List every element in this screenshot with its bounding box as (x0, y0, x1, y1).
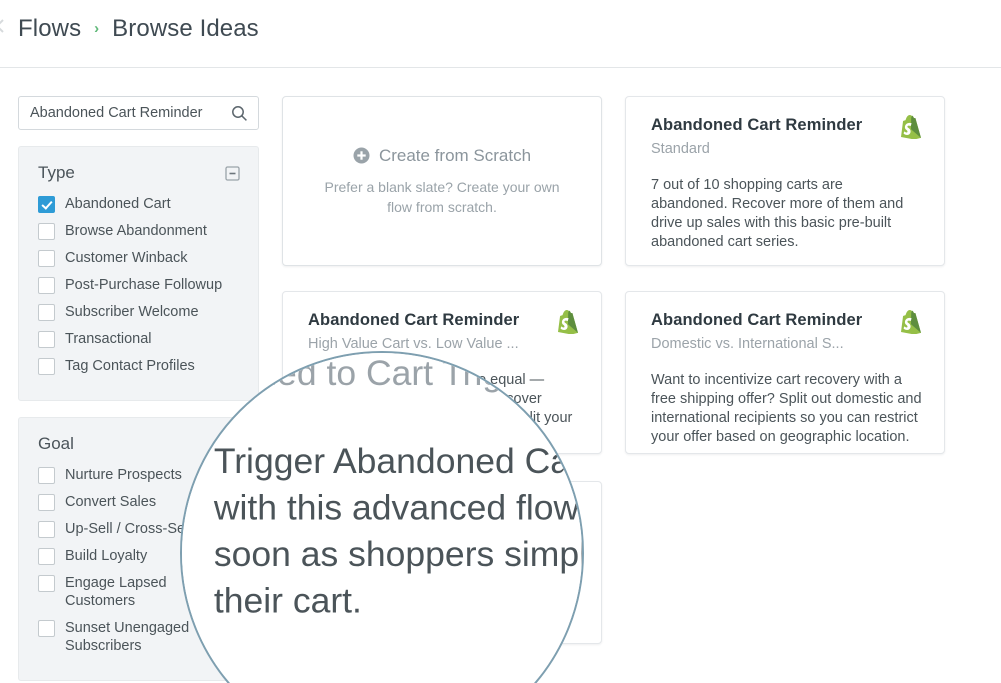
filter-option-label: Transactional (65, 331, 152, 347)
shopify-icon (900, 310, 922, 335)
template-card-body: Want to incentivize cart recovery with a… (651, 372, 922, 445)
back-arrow-icon[interactable] (0, 18, 9, 34)
filter-option-label: Build Loyalty (65, 548, 148, 564)
collapse-minus-icon[interactable] (225, 165, 240, 181)
filter-option-subscriber-welcome[interactable]: Subscriber Welcome (38, 303, 240, 321)
plus-circle-icon (353, 147, 370, 164)
template-card-header: Abandoned Cart Reminder Domestic vs. Int… (651, 310, 922, 352)
filter-option-post-purchase-followup[interactable]: Post-Purchase Followup (38, 276, 240, 294)
checkbox-icon[interactable] (38, 521, 55, 538)
template-card-body: 7 out of 10 shopping carts are abandoned… (651, 177, 904, 250)
create-from-scratch-card[interactable]: Create from Scratch Prefer a blank slate… (282, 96, 602, 266)
search-input-value: Abandoned Cart Reminder (30, 105, 203, 121)
filter-option-transactional[interactable]: Transactional (38, 330, 240, 348)
template-card[interactable]: Abandoned Cart Reminder Domestic vs. Int… (625, 291, 945, 454)
create-from-scratch-title: Create from Scratch (353, 146, 531, 166)
filter-option-label: Tag Contact Profiles (65, 358, 195, 374)
checkbox-icon[interactable] (38, 250, 55, 267)
filter-option-list: Abandoned Cart Browse Abandonment Custom… (38, 195, 240, 375)
checkbox-icon[interactable] (38, 331, 55, 348)
search-input[interactable]: Abandoned Cart Reminder (18, 96, 259, 130)
filter-group-title: Goal (38, 434, 74, 453)
checkbox-icon[interactable] (38, 358, 55, 375)
filter-option-label: Convert Sales (65, 494, 157, 510)
shopify-icon (557, 310, 579, 335)
magnifier-lens: Abandoned Cart Reminder Added to Cart Tr… (180, 351, 584, 683)
filter-option-customer-winback[interactable]: Customer Winback (38, 249, 240, 267)
filter-option-label: Nurture Prospects (65, 467, 182, 483)
breadcrumb-item-flows[interactable]: Flows (18, 13, 81, 45)
filter-option-label: Subscriber Welcome (65, 304, 199, 320)
checkbox-icon[interactable] (38, 548, 55, 565)
checkbox-icon[interactable] (38, 575, 55, 592)
checkbox-icon[interactable] (38, 620, 55, 637)
magnified-card-subtitle: Added to Cart Trigger (213, 355, 554, 395)
filter-option-label: Post-Purchase Followup (65, 277, 223, 293)
template-card-header: Abandoned Cart Reminder Standard (651, 115, 922, 157)
filter-option-label: Browse Abandonment (65, 223, 207, 239)
browse-ideas-page: Flows › Browse Ideas Abandoned Cart Remi… (0, 0, 1001, 683)
breadcrumb-separator-icon: › (94, 20, 100, 37)
shopify-icon (900, 115, 922, 140)
checkbox-icon[interactable] (38, 223, 55, 240)
filter-option-abandoned-cart[interactable]: Abandoned Cart (38, 195, 240, 213)
filter-option-browse-abandonment[interactable]: Browse Abandonment (38, 222, 240, 240)
breadcrumb-item-browse-ideas: Browse Ideas (112, 15, 259, 42)
filter-group-title: Type (38, 163, 75, 182)
magnified-template-card: Abandoned Cart Reminder Added to Cart Tr… (182, 353, 582, 677)
search-icon[interactable] (231, 105, 248, 122)
filter-group-header[interactable]: Type (38, 163, 240, 183)
filter-option-label: Up-Sell / Cross-Sell (65, 521, 192, 537)
template-card[interactable]: Abandoned Cart Reminder Standard 7 out o… (625, 96, 945, 266)
checkbox-checked-icon[interactable] (38, 196, 55, 213)
checkbox-icon[interactable] (38, 304, 55, 321)
create-from-scratch-label: Create from Scratch (378, 145, 532, 165)
template-card-title: Abandoned Cart Reminder (308, 311, 520, 329)
page-header: Flows › Browse Ideas (0, 0, 1001, 68)
filter-option-label: Abandoned Cart (65, 196, 171, 212)
template-card-title: Abandoned Cart Reminder (651, 116, 863, 134)
filter-option-label: Customer Winback (65, 250, 188, 266)
magnified-card-body: Trigger Abandoned Cart emails earlier wi… (213, 443, 582, 623)
breadcrumb: Flows › Browse Ideas (18, 13, 259, 45)
template-card-header: Abandoned Cart Reminder Added to Cart Tr… (213, 353, 582, 395)
checkbox-icon[interactable] (38, 277, 55, 294)
checkbox-icon[interactable] (38, 494, 55, 511)
template-card-title: Abandoned Cart Reminder (651, 311, 863, 329)
template-card-subtitle: Domestic vs. International S... (651, 336, 844, 352)
checkbox-icon[interactable] (38, 467, 55, 484)
create-from-scratch-subtitle: Prefer a blank slate? Create your own fl… (324, 178, 560, 215)
template-card-header: Abandoned Cart Reminder High Value Cart … (308, 310, 579, 352)
template-card-subtitle: High Value Cart vs. Low Value ... (308, 336, 519, 352)
template-card-subtitle: Standard (651, 141, 710, 157)
